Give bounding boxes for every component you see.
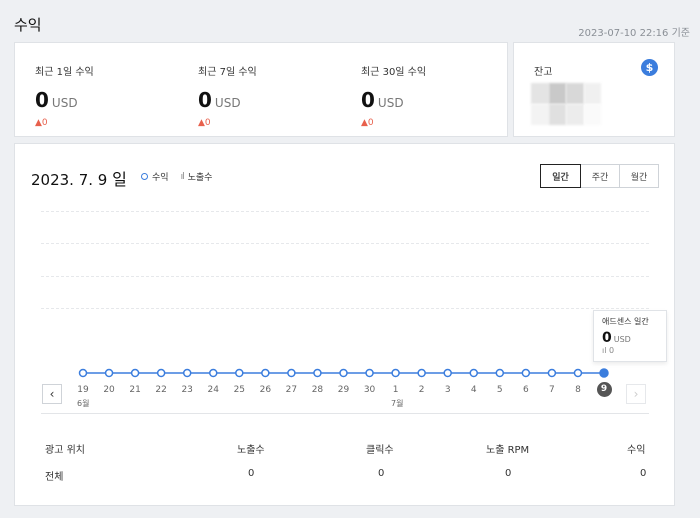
stat-unit: USD [51, 96, 78, 110]
data-point[interactable] [339, 368, 348, 378]
data-point[interactable] [104, 368, 114, 378]
earnings-summary-card: 최근 1일 수익 0 USD ▲0 최근 7일 수익 0 USD ▲0 최근 3… [14, 42, 508, 137]
tooltip-value: 0 [602, 330, 612, 346]
divider [41, 413, 649, 414]
x-tick-label[interactable]: 25 [229, 385, 249, 395]
stat-7day: 최근 7일 수익 0 USD ▲0 [198, 63, 348, 128]
stat-value: 0 [198, 88, 212, 112]
revenue-line-chart [78, 368, 609, 378]
column-header: 클릭수 [366, 445, 394, 456]
data-point[interactable] [469, 368, 478, 378]
tooltip-title: 애드센스 일간 [602, 317, 649, 326]
chart-tooltip: 애드센스 일간 0 USD ıl 0 [593, 310, 667, 362]
data-point[interactable] [365, 368, 374, 378]
stat-30day: 최근 30일 수익 0 USD ▲0 [361, 63, 511, 128]
stat-label: 최근 30일 수익 [361, 67, 427, 78]
data-point[interactable] [417, 368, 426, 378]
data-point[interactable] [391, 368, 400, 378]
column-header: 수익 [627, 445, 646, 456]
x-tick-label[interactable]: 22 [151, 385, 171, 395]
data-point[interactable] [313, 368, 322, 378]
data-point[interactable] [443, 368, 452, 378]
x-tick-label[interactable]: 30 [360, 385, 380, 395]
x-tick-label[interactable]: 20 [99, 385, 119, 395]
x-tick-label[interactable]: 6 [516, 385, 536, 395]
data-point[interactable] [156, 368, 166, 378]
stat-change: ▲0 [361, 118, 374, 128]
x-tick-label[interactable]: 5 [490, 385, 510, 395]
tooltip-unit: USD [613, 335, 631, 344]
x-tick-label[interactable]: 28 [307, 385, 327, 395]
tooltip-impressions: ıl 0 [602, 346, 615, 355]
x-tick-label[interactable]: 8 [568, 385, 588, 395]
dollar-icon: $ [641, 59, 658, 76]
x-tick-label[interactable]: 26 [255, 385, 275, 395]
table-cell: 0 [248, 468, 255, 479]
column-header: 노출수 [237, 445, 265, 456]
column-header: 광고 위치 [45, 445, 85, 456]
column-header: 노출 RPM [486, 445, 530, 456]
x-tick-label[interactable]: 2 [412, 385, 432, 395]
chart-next-button[interactable]: › [626, 384, 646, 404]
stat-label: 최근 1일 수익 [35, 67, 94, 78]
data-point[interactable] [182, 368, 192, 378]
stat-label: 최근 7일 수익 [198, 67, 257, 78]
page-title: 수익 [14, 16, 42, 34]
x-tick-label[interactable]: 21 [125, 385, 145, 395]
x-tick-label[interactable]: 1 [386, 385, 406, 395]
chart-card: 2023. 7. 9 일 수익 ıl 노출수 일간 주간 월간 애드센스 일간 … [14, 143, 675, 506]
table-cell: 0 [640, 468, 647, 479]
x-tick-label[interactable]: 24 [203, 385, 223, 395]
x-tick-label[interactable]: 29 [334, 385, 354, 395]
month-label: 6월 [77, 399, 90, 408]
data-point[interactable] [287, 368, 296, 378]
data-point[interactable] [521, 368, 531, 378]
x-tick-label[interactable]: 23 [177, 385, 197, 395]
data-point[interactable] [209, 368, 218, 378]
data-point[interactable] [130, 368, 140, 378]
chevron-left-icon: ‹ [49, 387, 55, 401]
table-cell: 0 [378, 468, 385, 479]
data-point[interactable] [78, 368, 88, 378]
stat-change: ▲0 [35, 118, 48, 128]
timestamp: 2023-07-10 22:16 기준 [578, 28, 690, 39]
data-point[interactable] [261, 368, 270, 378]
x-tick-label[interactable]: 7 [542, 385, 562, 395]
tab-daily[interactable]: 일간 [540, 164, 581, 188]
month-label: 7월 [391, 399, 404, 408]
x-tick-label[interactable]: 3 [438, 385, 458, 395]
data-point[interactable] [495, 368, 505, 378]
stat-change: ▲0 [198, 118, 211, 128]
stat-value: 0 [361, 88, 375, 112]
data-point[interactable] [547, 368, 557, 378]
x-tick-label[interactable]: 9 [596, 382, 612, 397]
stat-value: 0 [35, 88, 49, 112]
data-point[interactable] [599, 368, 609, 378]
balance-card: 잔고 $ [513, 42, 675, 137]
data-point[interactable] [573, 368, 583, 378]
stat-unit: USD [377, 96, 404, 110]
chart-prev-button[interactable]: ‹ [42, 384, 62, 404]
stat-1day: 최근 1일 수익 0 USD ▲0 [35, 63, 185, 128]
x-tick-label[interactable]: 27 [281, 385, 301, 395]
balance-label: 잔고 [534, 67, 553, 78]
chevron-right-icon: › [633, 387, 639, 401]
stat-unit: USD [214, 96, 241, 110]
table-cell: 전체 [45, 472, 64, 483]
table-cell: 0 [505, 468, 512, 479]
x-tick-label[interactable]: 4 [464, 385, 484, 395]
data-point[interactable] [235, 368, 244, 378]
balance-value-redacted [531, 83, 601, 125]
x-tick-label[interactable]: 19 [73, 385, 93, 395]
